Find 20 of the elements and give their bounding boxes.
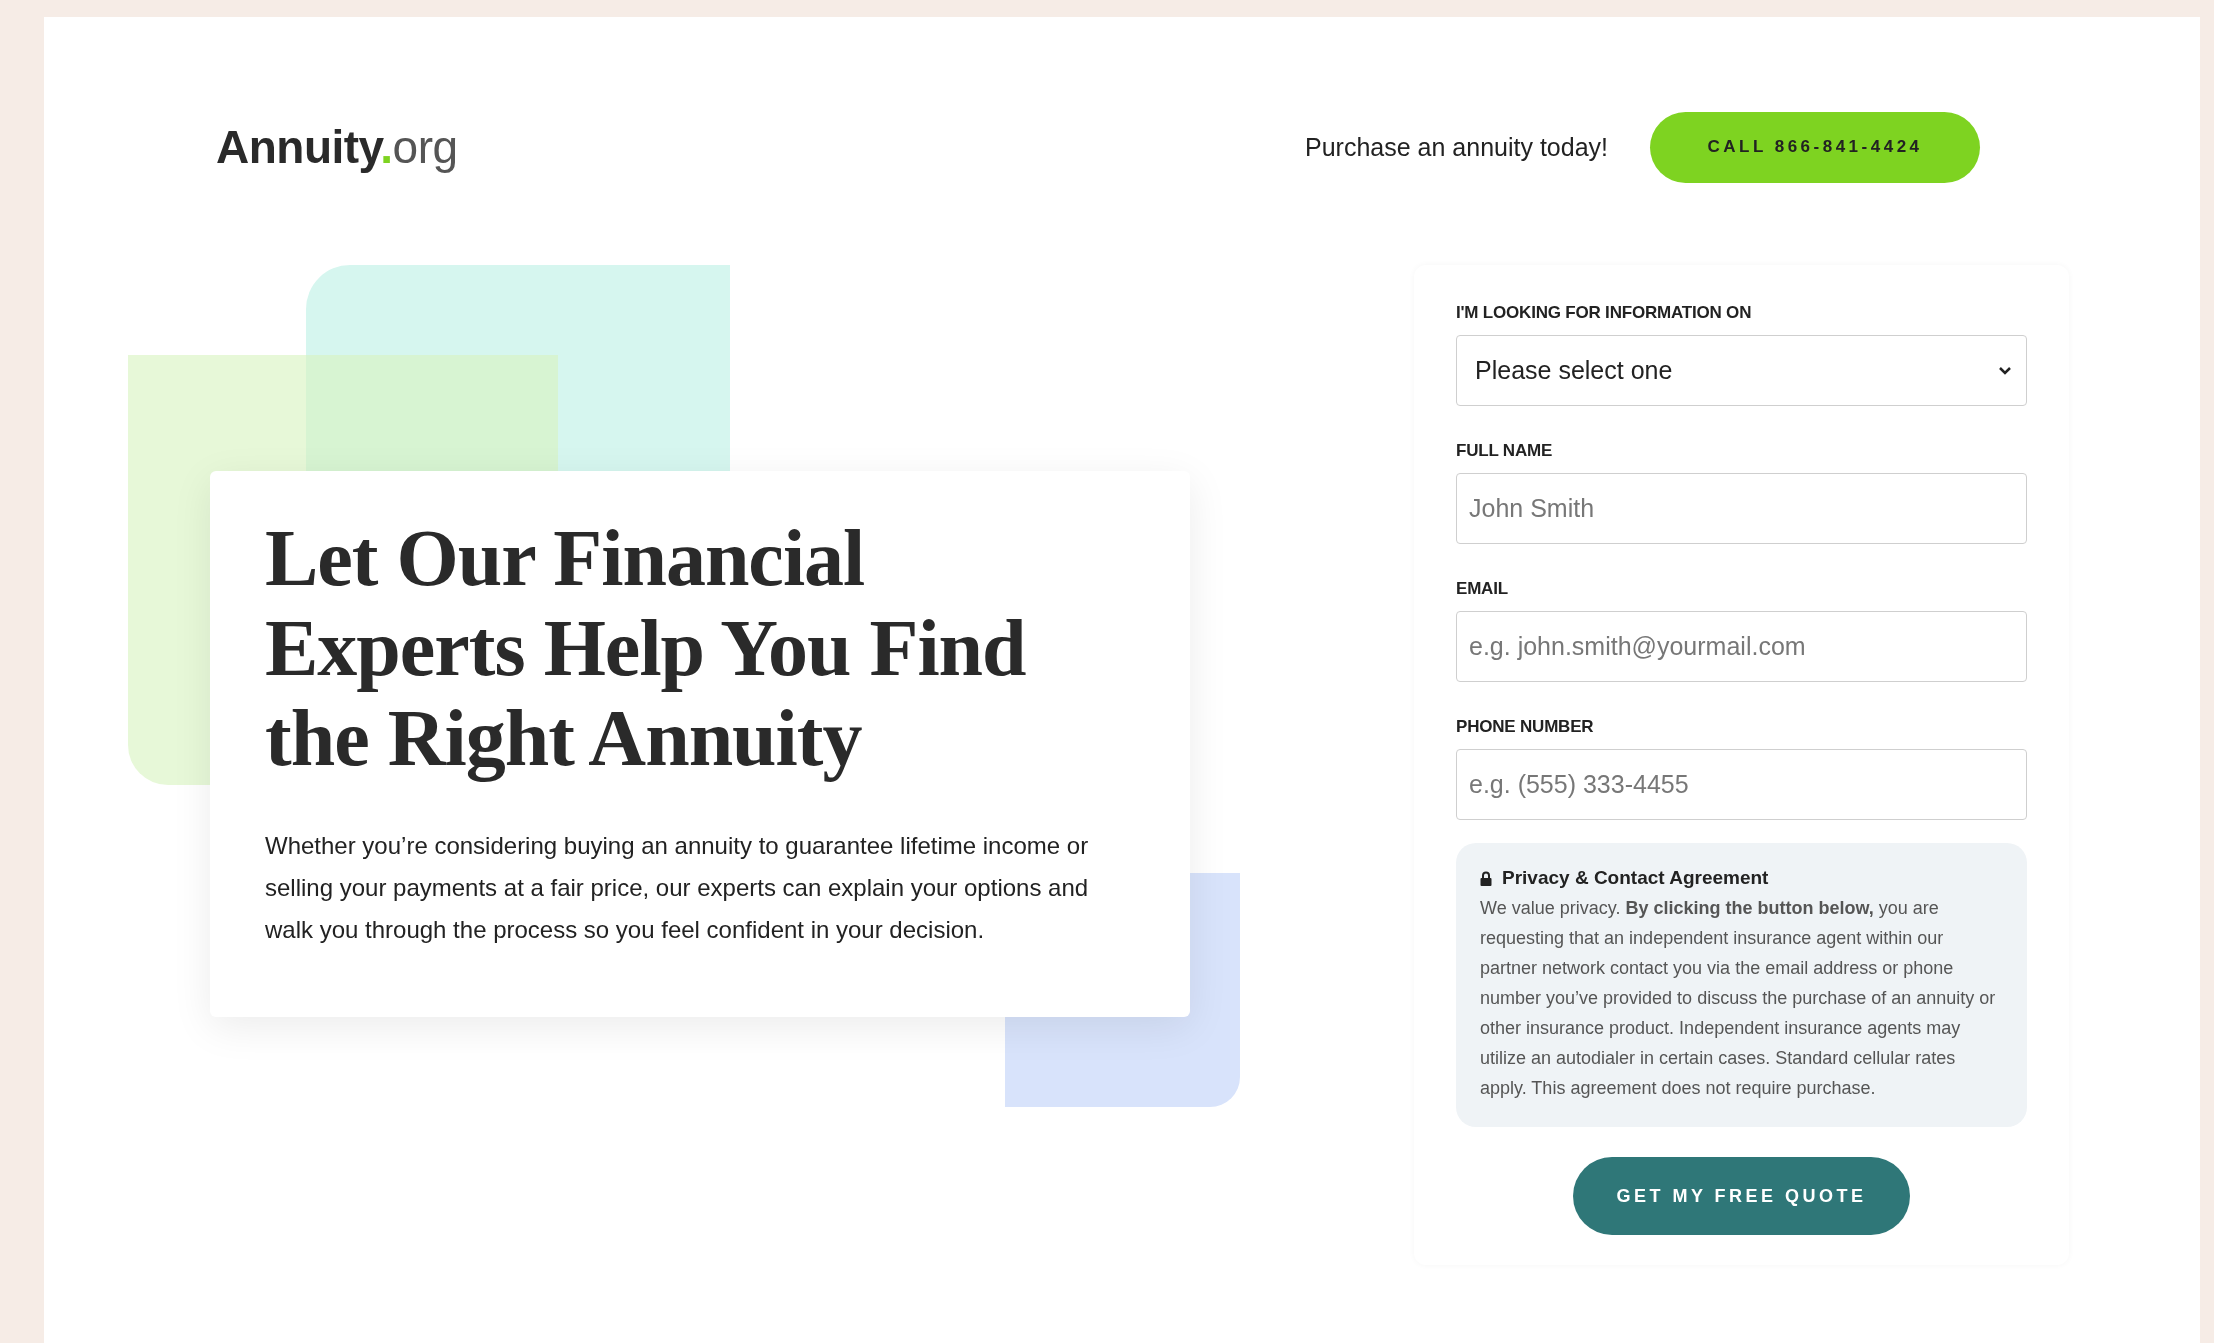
privacy-title: Privacy & Contact Agreement xyxy=(1502,867,1769,889)
input-field[interactable]: e.g. (555) 333-4455 xyxy=(1456,749,2027,820)
call-button[interactable]: CALL 866-841-4424 xyxy=(1650,111,1980,183)
chevron-icon xyxy=(1998,365,2012,376)
hero-paragraph: Whether you’re considering buying an annuity to guarantee lifetime income or selling your payments at a fair price, our experts can explain your options and walk you through the process so you feel confident in your decision. xyxy=(265,831,1090,945)
privacy-text: We value privacy. By clicking the button below, you are requesting that an independent insurance agent within our partner network contact you via the email address or phone number you’ve provided to discuss the purchase of an annuity or other insurance product. Independent insurance agents may utilize an autodialer in certain cases. Standard cellular rates apply. This agreement does not require purchase. xyxy=(1480,897,1997,1100)
lock-icon xyxy=(1480,870,1492,886)
logo[interactable]: Annuity.org xyxy=(216,120,458,174)
input-field[interactable]: John Smith xyxy=(1456,473,2027,544)
field-label: PHONE NUMBER xyxy=(1456,717,1595,737)
hero-heading-line: Experts Help You Find xyxy=(265,603,1026,693)
field-label: EMAIL xyxy=(1456,579,1509,599)
hero-heading-line: the Right Annuity xyxy=(265,693,862,783)
field-label: FULL NAME xyxy=(1456,441,1554,461)
field-label: I'M LOOKING FOR INFORMATION ON xyxy=(1456,303,1753,323)
tagline: Purchase an annuity today! xyxy=(1305,132,1608,162)
select-field[interactable]: Please select one xyxy=(1456,335,2027,406)
input-field[interactable]: e.g. john.smith@yourmail.com xyxy=(1456,611,2027,682)
hero-heading-line: Let Our Financial xyxy=(265,513,865,603)
submit-button[interactable]: GET MY FREE QUOTE xyxy=(1573,1157,1910,1235)
